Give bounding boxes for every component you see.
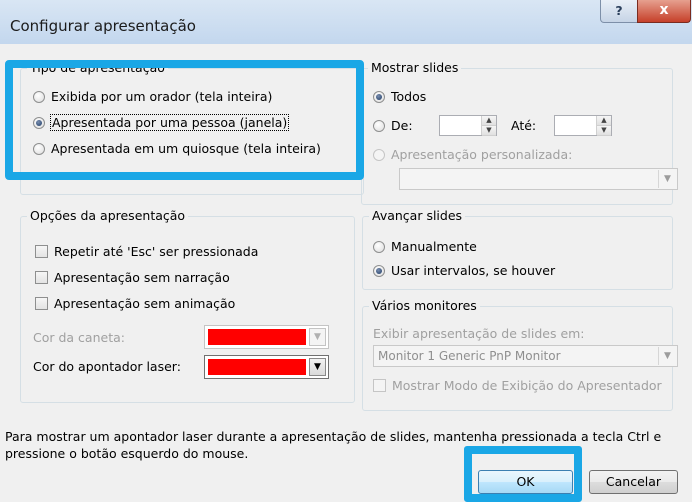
radio-label: Usar intervalos, se houver bbox=[391, 263, 556, 278]
label-exibir-em: Exibir apresentação de slides em: bbox=[373, 326, 585, 341]
monitor-select[interactable]: Monitor 1 Generic PnP Monitor ▼ bbox=[373, 345, 678, 367]
group-label-monitores: Vários monitores bbox=[369, 298, 480, 313]
check-sem-narracao[interactable]: Apresentação sem narração bbox=[35, 270, 230, 285]
radio-personalizada[interactable]: Apresentação personalizada: bbox=[373, 147, 572, 162]
spin-down-icon[interactable]: ▼ bbox=[597, 126, 611, 136]
radio-intervalos[interactable]: Usar intervalos, se houver bbox=[373, 263, 555, 278]
radio-circle[interactable] bbox=[373, 119, 385, 132]
checkbox-label: Repetir até 'Esc' ser pressionada bbox=[54, 244, 259, 259]
laser-color-picker[interactable]: ▼ bbox=[204, 355, 329, 379]
radio-circle[interactable] bbox=[373, 240, 385, 253]
radio-label: De: bbox=[391, 118, 413, 133]
ate-label: Até: bbox=[511, 118, 537, 133]
spinner-arrows[interactable]: ▲ ▼ bbox=[481, 116, 496, 136]
radio-circle-selected[interactable] bbox=[373, 90, 385, 103]
dialog-window: Configurar apresentação ? x Tipo de apre… bbox=[0, 0, 692, 502]
spin-down-icon[interactable]: ▼ bbox=[482, 126, 496, 136]
title-bar[interactable]: Configurar apresentação ? x bbox=[0, 0, 692, 44]
group-label-mostrar: Mostrar slides bbox=[368, 60, 462, 75]
close-button[interactable]: x bbox=[637, 0, 691, 23]
ate-spinner[interactable]: ▲ ▼ bbox=[554, 115, 612, 136]
de-spinner[interactable]: ▲ ▼ bbox=[439, 115, 497, 136]
check-modo-apresentador[interactable]: Mostrar Modo de Exibição do Apresentador bbox=[373, 378, 662, 393]
check-repetir[interactable]: Repetir até 'Esc' ser pressionada bbox=[35, 244, 258, 259]
chevron-down-icon[interactable]: ▼ bbox=[309, 328, 326, 346]
cor-caneta-label: Cor da caneta: bbox=[33, 330, 125, 345]
laser-color-swatch bbox=[208, 359, 306, 375]
label-ate: Até: bbox=[511, 118, 536, 133]
label-cor-laser: Cor do apontador laser: bbox=[33, 359, 181, 374]
checkbox-label: Apresentação sem animação bbox=[54, 296, 236, 311]
chevron-down-icon[interactable]: ▼ bbox=[658, 347, 676, 365]
radio-label: Apresentação personalizada: bbox=[391, 147, 573, 162]
checkbox-label: Apresentação sem narração bbox=[54, 270, 230, 285]
spin-up-icon[interactable]: ▲ bbox=[482, 116, 496, 126]
highlight-ok-button bbox=[464, 446, 582, 502]
check-sem-animacao[interactable]: Apresentação sem animação bbox=[35, 296, 235, 311]
group-label-avancar: Avançar slides bbox=[369, 208, 466, 223]
highlight-tipo-apresentacao bbox=[5, 60, 364, 180]
chevron-down-icon[interactable]: ▼ bbox=[658, 170, 676, 188]
radio-todos[interactable]: Todos bbox=[373, 89, 426, 104]
chevron-down-icon[interactable]: ▼ bbox=[309, 358, 326, 376]
radio-label: Manualmente bbox=[391, 239, 477, 254]
cancel-button[interactable]: Cancelar bbox=[589, 470, 678, 494]
monitor-value: Monitor 1 Generic PnP Monitor bbox=[378, 349, 561, 363]
spinner-arrows[interactable]: ▲ ▼ bbox=[596, 116, 611, 136]
exibir-label: Exibir apresentação de slides em: bbox=[373, 326, 585, 341]
checkbox[interactable] bbox=[35, 297, 48, 310]
group-label-opcoes: Opções da apresentação bbox=[27, 208, 189, 223]
label-cor-caneta: Cor da caneta: bbox=[33, 330, 125, 345]
checkbox[interactable] bbox=[35, 271, 48, 284]
spin-up-icon[interactable]: ▲ bbox=[597, 116, 611, 126]
pen-color-picker[interactable]: ▼ bbox=[204, 325, 329, 349]
radio-circle-selected[interactable] bbox=[373, 264, 385, 277]
pen-color-swatch bbox=[208, 329, 306, 345]
help-button[interactable]: ? bbox=[600, 0, 638, 23]
checkbox-disabled[interactable] bbox=[373, 379, 386, 392]
cor-laser-label: Cor do apontador laser: bbox=[33, 359, 181, 374]
radio-circle-disabled[interactable] bbox=[373, 148, 385, 161]
radio-de[interactable]: De: bbox=[373, 118, 413, 133]
dialog-title: Configurar apresentação bbox=[10, 17, 196, 35]
checkbox[interactable] bbox=[35, 245, 48, 258]
radio-manualmente[interactable]: Manualmente bbox=[373, 239, 477, 254]
custom-show-select[interactable]: ▼ bbox=[399, 168, 678, 190]
checkbox-label: Mostrar Modo de Exibição do Apresentador bbox=[392, 378, 662, 393]
radio-label: Todos bbox=[391, 89, 427, 104]
